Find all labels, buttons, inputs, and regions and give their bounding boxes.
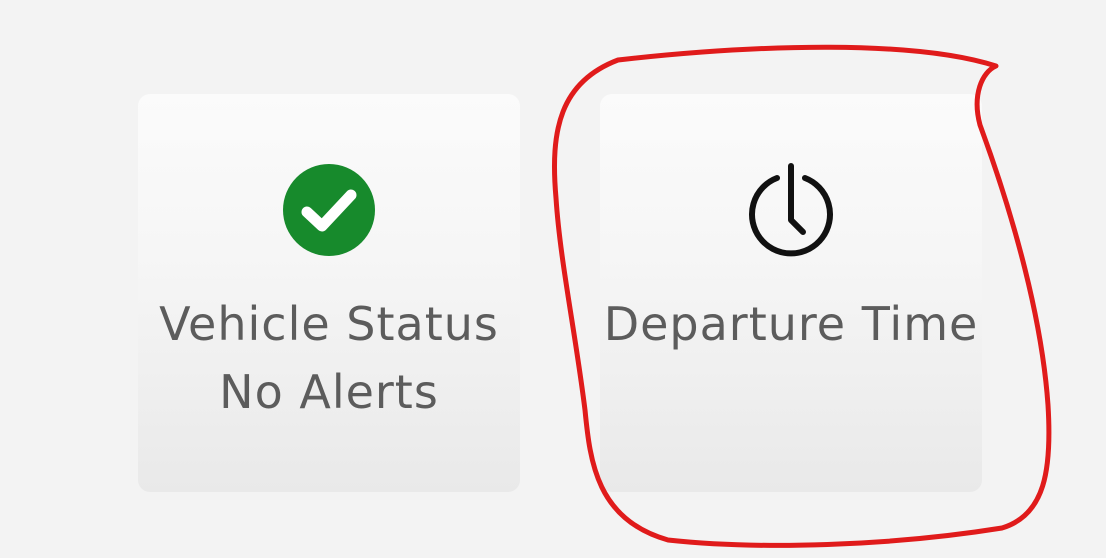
departure-time-tile[interactable]: Departure Time <box>600 94 982 492</box>
departure-time-title: Departure Time <box>603 297 979 351</box>
vehicle-status-text: Vehicle Status No Alerts <box>138 290 520 426</box>
clock-power-icon <box>743 162 839 258</box>
dashboard-screen: { "tiles": [ { "title": "Vehicle Status"… <box>0 0 1106 558</box>
vehicle-status-subtitle: No Alerts <box>219 365 439 419</box>
vehicle-status-title: Vehicle Status <box>159 297 499 351</box>
departure-time-text: Departure Time <box>600 290 982 358</box>
vehicle-status-tile[interactable]: Vehicle Status No Alerts <box>138 94 520 492</box>
check-circle-icon <box>281 162 377 258</box>
